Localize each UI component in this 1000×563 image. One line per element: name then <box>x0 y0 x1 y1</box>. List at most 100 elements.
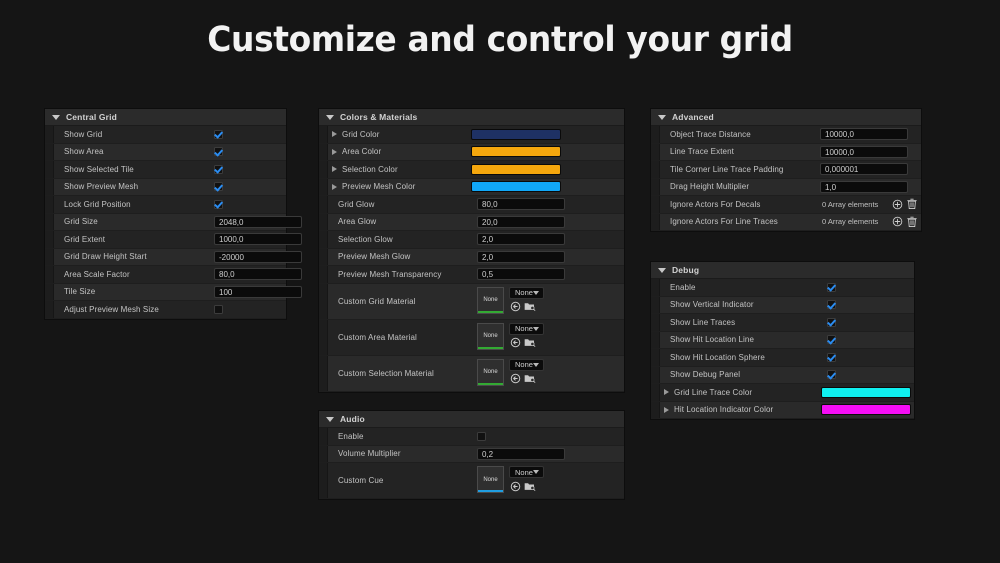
color-swatch[interactable] <box>471 181 561 193</box>
checkbox[interactable] <box>827 335 836 345</box>
asset-thumbnail-label: None <box>483 476 498 483</box>
property-value <box>825 297 914 314</box>
number-input[interactable]: 2048,0 <box>214 215 302 228</box>
property-label: Grid Line Trace Color <box>660 388 819 397</box>
checkbox[interactable] <box>477 431 486 441</box>
asset-thumbnail[interactable]: None <box>477 466 504 493</box>
chevron-down-icon <box>532 470 539 474</box>
property-label: Volume Multiplier <box>328 449 475 458</box>
property-label: Show Grid <box>54 130 212 139</box>
property-label-text: Grid Color <box>342 129 380 139</box>
color-swatch[interactable] <box>471 128 561 140</box>
color-swatch[interactable] <box>471 163 561 175</box>
checkbox[interactable] <box>827 370 836 380</box>
property-label-text: Ignore Actors For Line Traces <box>670 217 778 227</box>
checkbox[interactable] <box>827 352 836 362</box>
row-gutter <box>651 161 660 178</box>
app-root: Customize and control your grid Central … <box>0 0 1000 563</box>
number-input[interactable]: 0,2 <box>477 447 565 460</box>
property-row: Ignore Actors For Decals 0 Array elements <box>651 196 921 214</box>
chevron-right-icon[interactable] <box>332 131 337 138</box>
property-row: Tile Size 100 <box>45 283 302 301</box>
property-label: Drag Height Multiplier <box>660 182 818 191</box>
use-selected-asset-icon[interactable] <box>509 301 521 313</box>
asset-select[interactable]: None <box>509 358 544 371</box>
asset-thumbnail[interactable]: None <box>477 286 504 314</box>
use-selected-asset-icon[interactable] <box>509 480 521 492</box>
property-label-text: Grid Size <box>64 217 98 227</box>
number-input[interactable]: 1,0 <box>820 180 908 193</box>
number-input[interactable]: 0,5 <box>477 268 565 281</box>
row-gutter <box>319 126 328 143</box>
chevron-right-icon[interactable] <box>332 148 337 155</box>
property-label: Tile Size <box>54 287 212 296</box>
property-value: 0,000001 <box>818 161 921 178</box>
checkbox[interactable] <box>214 129 223 139</box>
checkbox[interactable] <box>827 300 836 310</box>
property-label: Ignore Actors For Line Traces <box>660 217 818 226</box>
number-input[interactable]: 2,0 <box>477 250 565 263</box>
checkbox[interactable] <box>214 182 223 192</box>
panel-header-debug[interactable]: Debug <box>651 262 914 279</box>
browse-to-asset-icon[interactable] <box>524 373 536 385</box>
property-row: Area Scale Factor 80,0 <box>45 266 302 284</box>
property-label-text: Drag Height Multiplier <box>670 182 750 192</box>
panel-header-advanced[interactable]: Advanced <box>651 109 921 126</box>
chevron-right-icon[interactable] <box>664 389 669 396</box>
use-selected-asset-icon[interactable] <box>509 337 521 349</box>
number-input[interactable]: 80,0 <box>477 198 565 211</box>
add-array-element-icon[interactable] <box>891 198 903 210</box>
chevron-right-icon[interactable] <box>332 166 337 173</box>
delete-array-icon[interactable] <box>906 216 918 228</box>
checkbox[interactable] <box>214 147 223 157</box>
number-input[interactable]: 20,0 <box>477 215 565 228</box>
row-gutter <box>651 143 660 160</box>
number-input[interactable]: 80,0 <box>214 268 302 281</box>
property-label: Preview Mesh Color <box>328 182 469 191</box>
browse-to-asset-icon[interactable] <box>524 301 536 313</box>
number-input[interactable]: -20000 <box>214 250 302 263</box>
browse-to-asset-icon[interactable] <box>524 337 536 349</box>
chevron-down-icon <box>326 114 334 120</box>
color-swatch[interactable] <box>821 386 911 398</box>
row-gutter <box>45 248 54 265</box>
asset-thumbnail[interactable]: None <box>477 322 504 350</box>
asset-select[interactable]: None <box>509 286 544 299</box>
browse-to-asset-icon[interactable] <box>524 480 536 492</box>
checkbox[interactable] <box>214 304 223 314</box>
color-swatch[interactable] <box>471 146 561 158</box>
asset-select-value: None <box>515 324 533 333</box>
number-input[interactable]: 100 <box>214 285 302 298</box>
asset-select[interactable]: None <box>509 466 544 478</box>
number-input[interactable]: 0,000001 <box>820 163 908 176</box>
checkbox[interactable] <box>214 199 223 209</box>
chevron-right-icon[interactable] <box>332 183 337 190</box>
property-row: Tile Corner Line Trace Padding 0,000001 <box>651 161 921 179</box>
number-input[interactable]: 10000,0 <box>820 128 908 141</box>
checkbox[interactable] <box>827 282 836 292</box>
asset-thumbnail[interactable]: None <box>477 358 504 386</box>
panel-header-audio[interactable]: Audio <box>319 411 624 428</box>
checkbox[interactable] <box>827 317 836 327</box>
use-selected-asset-icon[interactable] <box>509 373 521 385</box>
number-input[interactable]: 1000,0 <box>214 233 302 246</box>
number-input[interactable]: 2,0 <box>477 233 565 246</box>
panel-header-central-grid[interactable]: Central Grid <box>45 109 286 126</box>
property-label-text: Enable <box>670 282 696 292</box>
property-value <box>212 301 286 318</box>
panel-central-grid: Central Grid Show Grid Show Area Show Sele… <box>44 108 302 320</box>
color-swatch[interactable] <box>821 404 911 416</box>
property-label-text: Custom Grid Material <box>338 296 416 306</box>
property-label-text: Grid Draw Height Start <box>64 252 147 262</box>
chevron-right-icon[interactable] <box>664 406 669 413</box>
add-array-element-icon[interactable] <box>891 216 903 228</box>
delete-array-icon[interactable] <box>906 198 918 210</box>
checkbox[interactable] <box>214 164 223 174</box>
property-row: Custom Cue None None <box>319 463 624 499</box>
panel-header-colors-materials[interactable]: Colors & Materials <box>319 109 624 126</box>
property-label-text: Tile Corner Line Trace Padding <box>670 164 784 174</box>
asset-select[interactable]: None <box>509 322 544 335</box>
property-label: Selection Color <box>328 165 469 174</box>
property-value <box>469 144 624 161</box>
number-input[interactable]: 10000,0 <box>820 145 908 158</box>
